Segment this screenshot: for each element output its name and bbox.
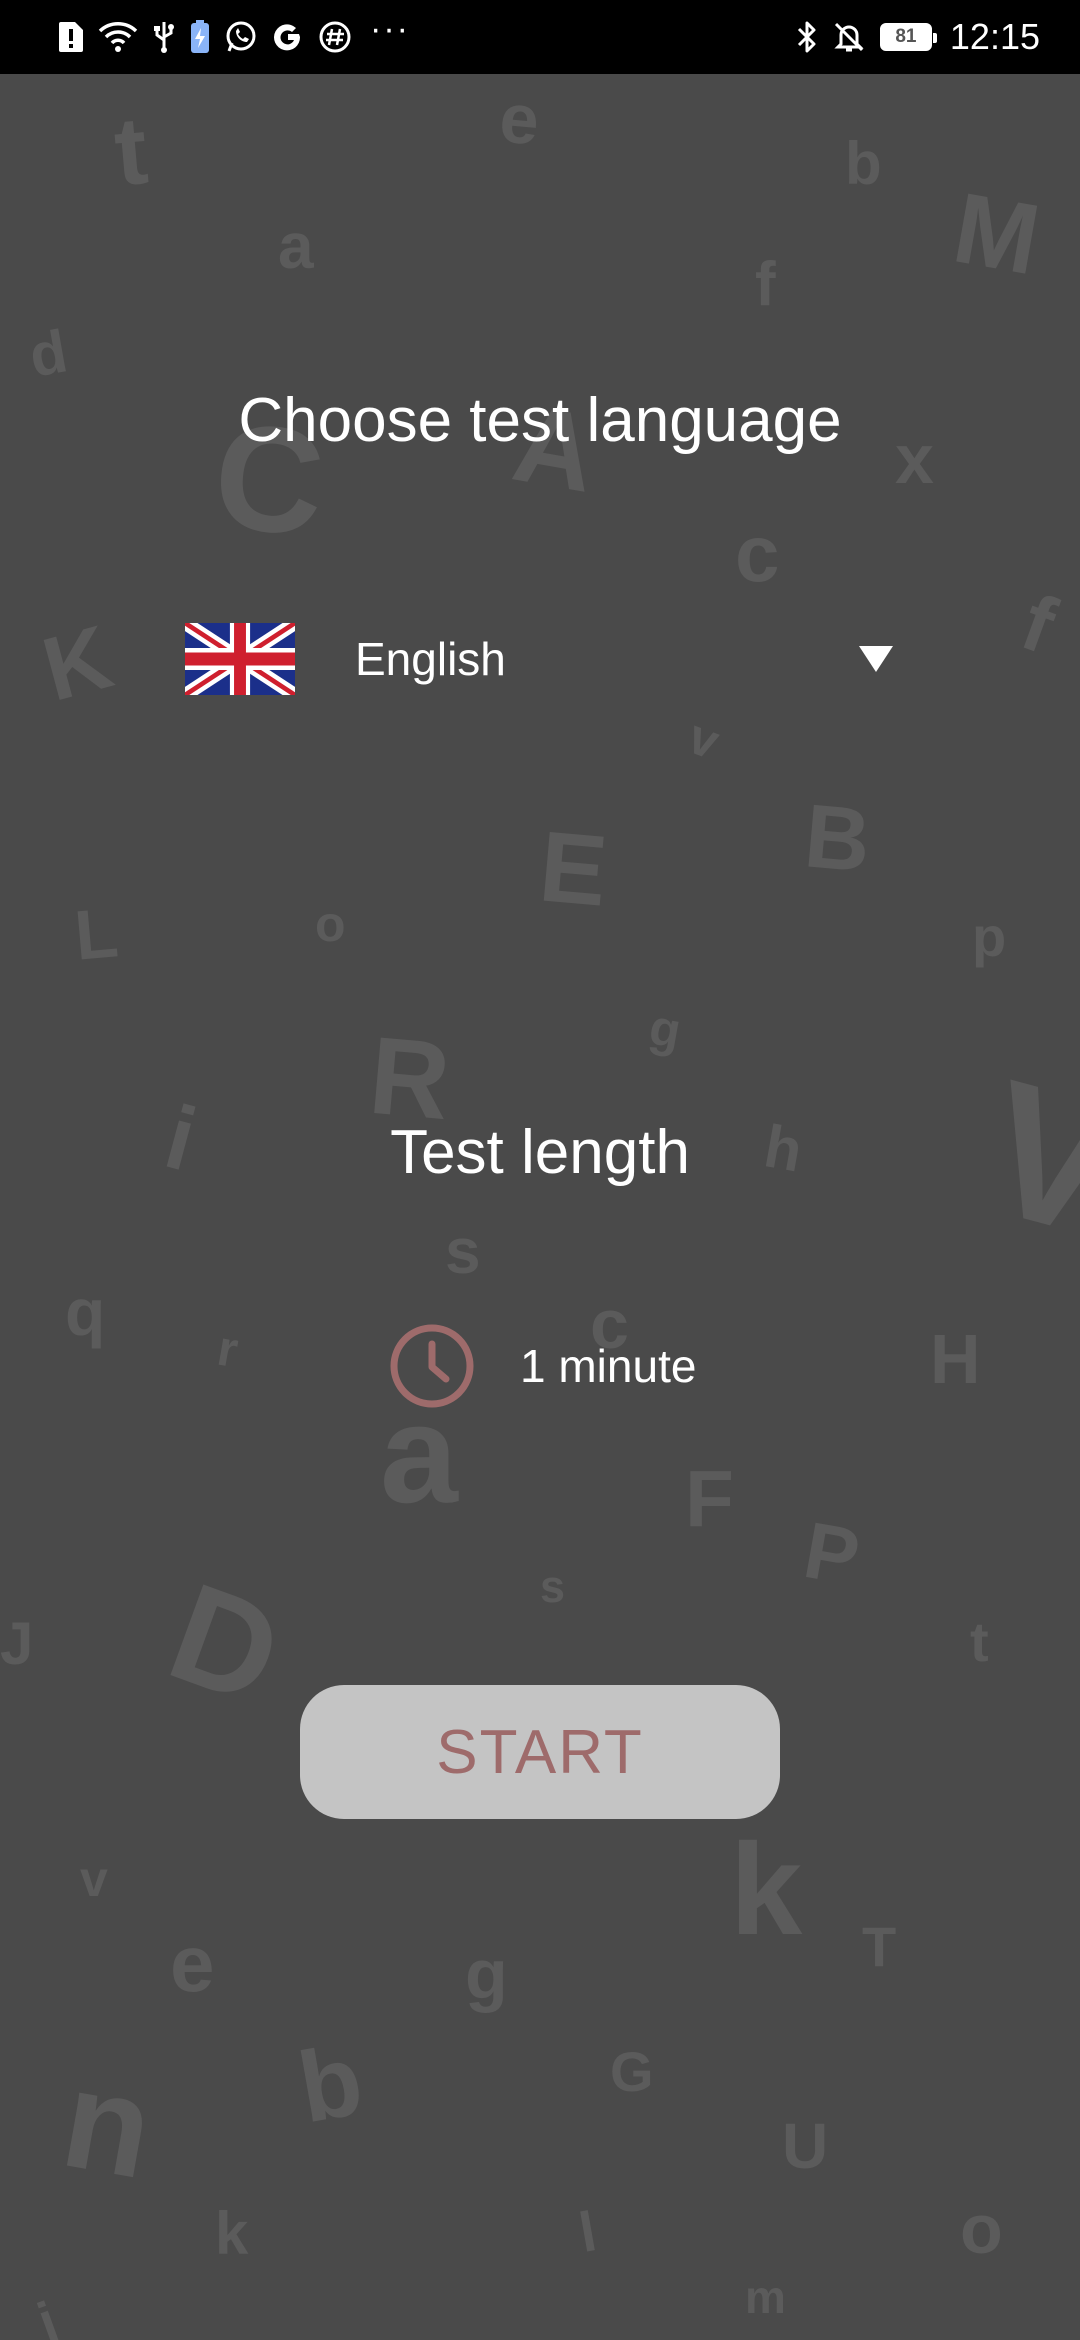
background-letter: j xyxy=(29,2289,66,2340)
background-letter: L xyxy=(71,893,122,975)
background-letter: T xyxy=(862,1915,897,1978)
app-screen: ··· 81 12:15 tebMafdCAxcKfvBELopgRiVhsqc… xyxy=(0,0,1080,2340)
battery-saver-icon xyxy=(190,20,210,54)
wifi-icon xyxy=(98,21,138,53)
background-letter: e xyxy=(170,1919,215,2008)
whatsapp-icon xyxy=(224,20,258,54)
background-letter: F xyxy=(685,1454,734,1543)
background-letter: v xyxy=(681,707,727,771)
background-letter: e xyxy=(496,78,543,160)
background-letter: g xyxy=(465,1935,508,2013)
background-letter: P xyxy=(797,1505,866,1602)
background-letter: a xyxy=(278,210,314,282)
more-notifications-indicator: ··· xyxy=(370,10,410,48)
clock-time: 12:15 xyxy=(949,16,1040,57)
bell-off-icon xyxy=(832,20,866,54)
start-button[interactable]: START xyxy=(300,1685,780,1819)
background-letter: v xyxy=(80,1851,108,1907)
language-dropdown[interactable]: English xyxy=(185,618,905,700)
background-letter: H xyxy=(930,1320,981,1398)
background-letter: c xyxy=(735,509,780,598)
background-letter: l xyxy=(574,2199,601,2264)
language-title: Choose test language xyxy=(238,386,842,455)
background-letter: p xyxy=(972,905,1007,968)
background-letter: o xyxy=(960,2190,1003,2268)
background-letter: E xyxy=(535,810,612,928)
usb-icon xyxy=(152,20,176,54)
clock-icon xyxy=(390,1324,474,1408)
background-letter: m xyxy=(745,2271,786,2323)
background-letter: g xyxy=(645,998,686,1060)
background-letter: t xyxy=(110,96,152,207)
background-letter: b xyxy=(845,130,882,197)
test-length-value: 1 minute xyxy=(520,1340,697,1392)
background-letter: b xyxy=(290,2023,371,2145)
hashtag-app-icon xyxy=(318,20,352,54)
google-icon xyxy=(272,21,304,53)
test-length-title: Test length xyxy=(390,1118,690,1187)
status-bar-right: 81 12:15 xyxy=(796,16,1040,58)
background-letter: f xyxy=(755,250,776,319)
background-letter: t xyxy=(970,1610,989,1673)
background-letter: U xyxy=(782,2110,829,2182)
background-letter: s xyxy=(445,1215,481,1287)
background-letter: d xyxy=(24,317,73,390)
background-letter: s xyxy=(540,1561,566,1612)
test-length-selector[interactable]: 1 minute xyxy=(388,1322,696,1410)
background-letter: G xyxy=(610,2040,654,2103)
background-letter: r xyxy=(213,1319,243,1379)
background-letter: k xyxy=(215,2200,249,2267)
background-letter: K xyxy=(33,607,122,721)
status-bar: ··· 81 12:15 xyxy=(0,0,1080,74)
background-letter: D xyxy=(151,1552,301,1735)
background-letter: q xyxy=(65,1275,106,1349)
background-letter: n xyxy=(52,2038,164,2209)
selected-language-label: English xyxy=(355,633,506,685)
bluetooth-icon xyxy=(796,20,818,54)
uk-flag-icon xyxy=(185,623,295,695)
dropdown-arrow-icon xyxy=(859,646,893,672)
background-letter: J xyxy=(0,1610,34,1677)
battery-indicator: 81 xyxy=(879,23,937,51)
background-letter: f xyxy=(1010,577,1067,670)
background-letter: k xyxy=(730,1816,803,1962)
alert-file-icon xyxy=(58,21,84,53)
background-letter: M xyxy=(945,171,1048,297)
status-bar-left: ··· xyxy=(58,12,410,54)
background-letter: B xyxy=(800,786,875,892)
background-letter: o xyxy=(315,896,346,952)
battery-level: 81 xyxy=(895,26,917,47)
